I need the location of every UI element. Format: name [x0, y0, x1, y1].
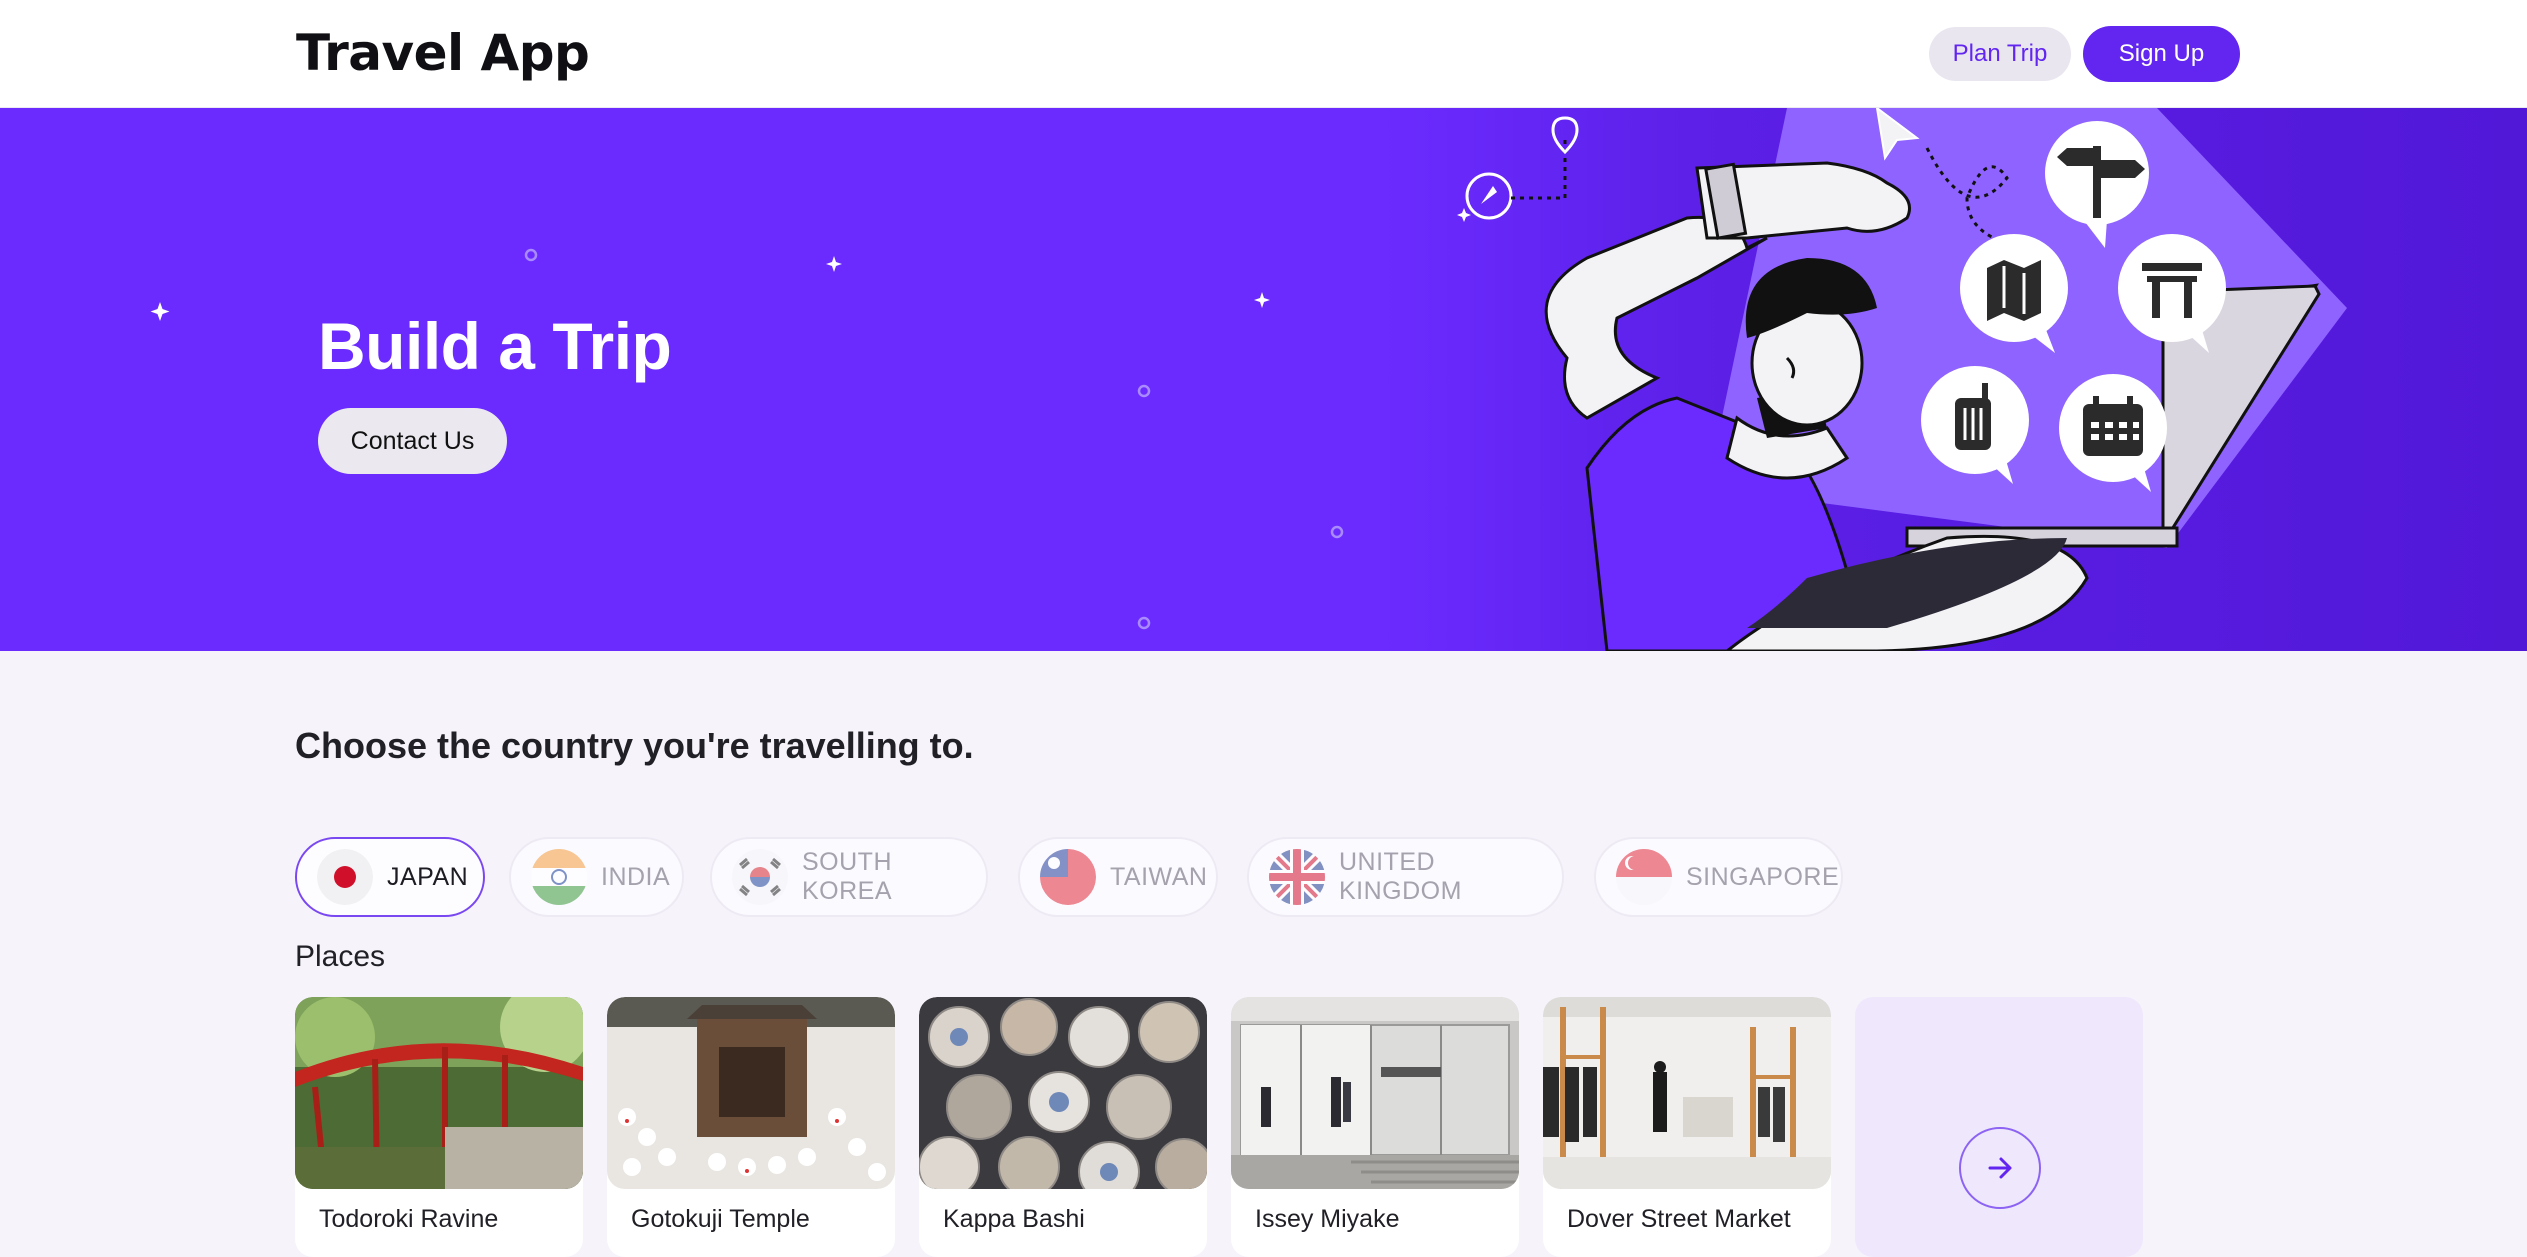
- ceramic-plates-photo: [919, 997, 1207, 1189]
- temple-cats-photo: [607, 997, 895, 1189]
- taiwan-flag-icon: [1040, 849, 1096, 905]
- hero-banner: Build a Trip Contact Us: [0, 108, 2527, 651]
- place-card[interactable]: Issey Miyake: [1231, 997, 1519, 1257]
- country-chip-south-korea[interactable]: SOUTH KOREA: [710, 837, 988, 917]
- place-card-caption: Todoroki Ravine: [319, 1205, 499, 1233]
- south-korea-flag-icon: [732, 849, 788, 905]
- red-bridge-photo: [295, 997, 583, 1189]
- place-card-caption: Gotokuji Temple: [631, 1205, 810, 1233]
- uk-flag-icon: [1269, 849, 1325, 905]
- hero-sparkles: [150, 208, 1471, 630]
- top-navigation-bar: Travel App Plan Trip Sign Up: [0, 0, 2527, 108]
- place-card[interactable]: Gotokuji Temple: [607, 997, 895, 1257]
- country-chip-label: SINGAPORE: [1686, 862, 1840, 891]
- place-card-caption: Issey Miyake: [1255, 1205, 1400, 1233]
- country-chip-united-kingdom[interactable]: UNITED KINGDOM: [1247, 837, 1564, 917]
- next-places-button[interactable]: [1959, 1127, 2041, 1209]
- store-entrance-photo: [1231, 997, 1519, 1189]
- places-heading: Places: [295, 940, 386, 973]
- country-chip-singapore[interactable]: SINGAPORE: [1594, 837, 1843, 917]
- country-chip-japan[interactable]: JAPAN: [295, 837, 485, 917]
- app-logo[interactable]: Travel App: [296, 24, 590, 82]
- india-flag-icon: [531, 849, 587, 905]
- country-chip-label: INDIA: [601, 862, 671, 891]
- place-card[interactable]: Kappa Bashi: [919, 997, 1207, 1257]
- contact-us-button[interactable]: Contact Us: [318, 408, 507, 474]
- sign-up-button[interactable]: Sign Up: [2083, 26, 2240, 82]
- country-chip-label: UNITED KINGDOM: [1339, 848, 1462, 905]
- traveler-laptop-illustration: [1465, 108, 2347, 651]
- japan-flag-icon: [317, 849, 373, 905]
- country-chip-label: SOUTH KOREA: [802, 848, 893, 905]
- country-chip-label: JAPAN: [387, 862, 469, 891]
- country-chip-taiwan[interactable]: TAIWAN: [1018, 837, 1218, 917]
- more-places-card[interactable]: [1855, 997, 2143, 1257]
- country-section-heading: Choose the country you're travelling to.: [295, 725, 974, 766]
- place-card-caption: Kappa Bashi: [943, 1205, 1085, 1233]
- place-card[interactable]: Todoroki Ravine: [295, 997, 583, 1257]
- place-card-caption: Dover Street Market: [1567, 1205, 1791, 1233]
- clothing-store-photo: [1543, 997, 1831, 1189]
- country-chip-india[interactable]: INDIA: [509, 837, 684, 917]
- hero-title: Build a Trip: [318, 309, 672, 383]
- place-card[interactable]: Dover Street Market: [1543, 997, 1831, 1257]
- singapore-flag-icon: [1616, 849, 1672, 905]
- country-chip-label: TAIWAN: [1110, 862, 1208, 891]
- arrow-right-icon: [1988, 1157, 2012, 1179]
- plan-trip-button[interactable]: Plan Trip: [1929, 27, 2071, 81]
